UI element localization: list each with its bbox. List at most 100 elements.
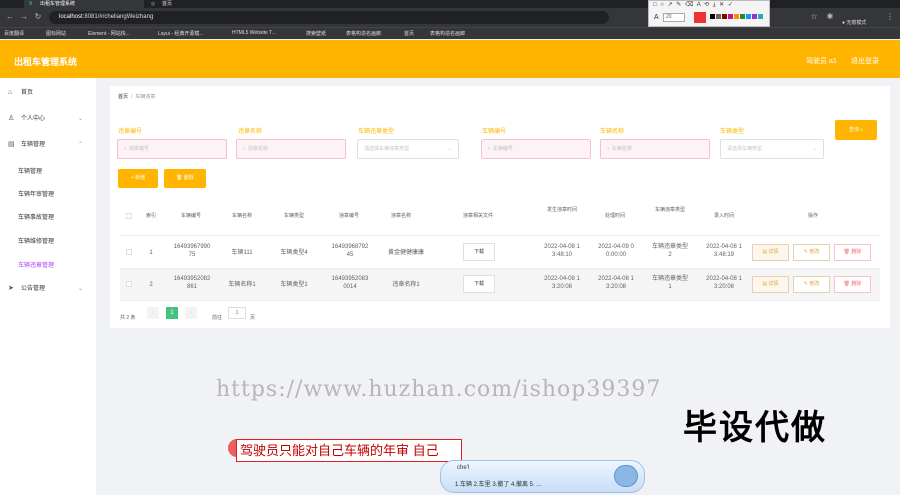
col-files: 违章相关文件 — [462, 213, 493, 219]
trash-icon: 🗑 — [843, 249, 850, 255]
cell-entry-time: 2022-04-08 1 3:20:08 — [706, 276, 742, 290]
star-icon[interactable]: ☆ — [808, 11, 820, 23]
row-delete-button[interactable]: 🗑 删除 — [834, 244, 871, 261]
reload-icon[interactable]: ↻ — [32, 11, 44, 23]
screenshot-tool-panel: □ ○ ↗ ✎ ⌫ A ⟲ ⤓ ✕ ✓ A 20 — [648, 0, 770, 27]
car-icon: ▤ — [8, 141, 15, 148]
logout-link[interactable]: 退出登录 — [851, 56, 879, 66]
sidebar-item-vehicle[interactable]: ▤ 车辆管理 ⌃ — [0, 138, 96, 152]
col-index: 索引 — [145, 213, 156, 219]
violation-no-input[interactable]: ⌕ 违章编号 — [117, 139, 227, 159]
download-button[interactable]: 下载 — [463, 275, 495, 293]
detail-button[interactable]: ▤ 详情 — [752, 276, 789, 293]
bookmark-item[interactable]: 表格构造名画廊 — [346, 30, 381, 37]
sidebar-sub-annual[interactable]: 车辆年审管理 — [18, 189, 54, 198]
car-type-select[interactable]: 请选择车辆类型 ⌄ — [720, 139, 824, 159]
profile-chip[interactable]: ● 无痕模式 — [842, 19, 866, 26]
trash-icon: 🗑 — [176, 175, 183, 181]
bookmark-item[interactable]: 百度翻译 — [4, 30, 24, 37]
home-icon: ⌂ — [8, 89, 13, 96]
forward-icon[interactable]: → — [18, 11, 30, 23]
row-delete-button[interactable]: 🗑 删除 — [834, 276, 871, 293]
detail-button[interactable]: ▤ 详情 — [752, 244, 789, 261]
globe-icon: ◎ — [151, 1, 156, 7]
bookmark-item[interactable]: 首页 — [404, 30, 414, 37]
bookmark-item[interactable]: 图标网站 — [46, 30, 66, 37]
bookmark-item[interactable]: Layui - 经典开源模... — [158, 30, 204, 37]
chevron-down-icon: ⌄ — [447, 146, 452, 152]
edit-button[interactable]: ✎ 修改 — [793, 276, 830, 293]
color-swatch-magenta[interactable] — [728, 14, 733, 19]
goto-page-input[interactable]: 1 — [228, 307, 246, 319]
prev-page-button[interactable]: ‹ — [147, 307, 159, 319]
delete-button[interactable]: 🗑 删除 — [164, 169, 206, 188]
doc-icon: ▤ — [762, 281, 768, 287]
tool-icons[interactable]: □ ○ ↗ ✎ ⌫ A ⟲ ⤓ ✕ ✓ — [649, 1, 769, 10]
bookmark-item[interactable]: Element - 网站快... — [88, 30, 130, 37]
sidebar-item-home[interactable]: ⌂ 首页 — [0, 86, 96, 100]
chevron-down-icon: ⌄ — [78, 116, 84, 122]
bookmark-item[interactable]: HTML5 Website T... — [232, 30, 276, 36]
send-icon: ➤ — [8, 285, 14, 292]
cell-violation-no: 16493952083 0014 — [331, 276, 369, 290]
search-icon: ⌕ — [860, 127, 864, 133]
violation-type-select[interactable]: 请选择车辆违章类型 ⌄ — [357, 139, 459, 159]
row-checkbox[interactable] — [126, 281, 132, 287]
breadcrumb: 首页 / 车辆违章 — [118, 94, 156, 100]
color-swatch-purple[interactable] — [752, 14, 757, 19]
cell-violation-no: 16493968792 45 — [331, 244, 369, 258]
ime-candidates[interactable]: 1.车辆 2.车里 3.撤了 4.撤离 5. ... — [455, 479, 541, 488]
color-swatch-blue[interactable] — [746, 14, 751, 19]
select-all-checkbox[interactable] — [126, 213, 132, 219]
ime-composition-box[interactable]: 驾驶员只能对自己车辆的年审 自己 — [236, 439, 462, 462]
car-no-input[interactable]: ⌕ 车辆编号 — [481, 139, 591, 159]
color-swatch-black[interactable] — [710, 14, 715, 19]
browser-tab-home[interactable]: ◎ 首页 — [146, 0, 256, 8]
url-input[interactable]: localhost:8081/#/cheliangWeizhang — [49, 11, 609, 24]
filter-label: 车辆名称 — [600, 129, 625, 135]
violation-name-input[interactable]: ⌕ 违章名称 — [236, 139, 346, 159]
bookmark-item[interactable]: 表格构造名画廊 — [430, 30, 465, 37]
sidebar-sub-vehicle[interactable]: 车辆管理 — [18, 166, 42, 175]
browser-tab-active[interactable]: V 出租车管理系统 — [24, 0, 144, 8]
download-button[interactable]: 下载 — [463, 243, 495, 261]
add-button[interactable]: + 新增 — [118, 169, 158, 188]
bookmark-item[interactable]: 搜索壁纸 — [306, 30, 326, 37]
sidebar-item-notice[interactable]: ➤ 公告管理 ⌄ — [0, 282, 96, 296]
filter-label: 车辆违章类型 — [358, 129, 395, 135]
sidebar-sub-repair[interactable]: 车辆维修管理 — [18, 236, 54, 245]
table-header: 索引 车辆编号 车辆名称 车辆类型 违章编号 违章名称 违章相关文件 发生违章时… — [120, 196, 880, 236]
col-car-type: 车辆类型 — [283, 213, 304, 219]
current-color[interactable] — [694, 12, 706, 23]
menu-icon[interactable]: ⋮ — [884, 11, 896, 23]
color-swatch-gray[interactable] — [716, 14, 721, 19]
color-swatch-orange[interactable] — [734, 14, 739, 19]
user-icon: ♙ — [8, 115, 15, 122]
color-swatch-teal[interactable] — [758, 14, 763, 19]
color-swatch-darkred[interactable] — [722, 14, 727, 19]
page-1-button[interactable]: 1 — [166, 307, 178, 319]
goto-label: 前往 — [212, 315, 223, 321]
vue-icon: V — [29, 1, 33, 7]
cell-car-type: 车辆类型1 — [280, 282, 308, 288]
back-icon[interactable]: ← — [4, 11, 16, 23]
search-button[interactable]: 查询 ⌕ — [835, 120, 877, 140]
extensions-icon[interactable]: ✱ — [824, 11, 836, 23]
cell-violation-name: 黄金健健康康 — [387, 250, 424, 256]
ime-pinyin: che'l — [457, 465, 470, 471]
cell-violation-name: 违章名称1 — [392, 282, 420, 288]
next-page-button[interactable]: › — [185, 307, 197, 319]
edit-button[interactable]: ✎ 修改 — [793, 244, 830, 261]
watermark-text: https://www.huzhan.com/ishop39397 — [216, 377, 662, 402]
row-checkbox[interactable] — [126, 249, 132, 255]
sidebar-item-personal[interactable]: ♙ 个人中心 ⌄ — [0, 112, 96, 126]
color-swatch-green[interactable] — [740, 14, 745, 19]
car-name-input[interactable]: ⌕ 车辆名称 — [600, 139, 710, 159]
sidebar-sub-violation[interactable]: 车辆违章管理 — [18, 260, 54, 269]
font-size-select[interactable]: 20 — [663, 13, 685, 22]
edit-icon: ✎ — [803, 249, 808, 255]
stamp-text: 毕设代做 — [683, 409, 827, 447]
sidebar-sub-accident[interactable]: 车辆事故管理 — [18, 212, 54, 221]
cell-violation-type: 车辆违章类型 2 — [651, 244, 688, 258]
edit-icon: ✎ — [803, 281, 808, 287]
